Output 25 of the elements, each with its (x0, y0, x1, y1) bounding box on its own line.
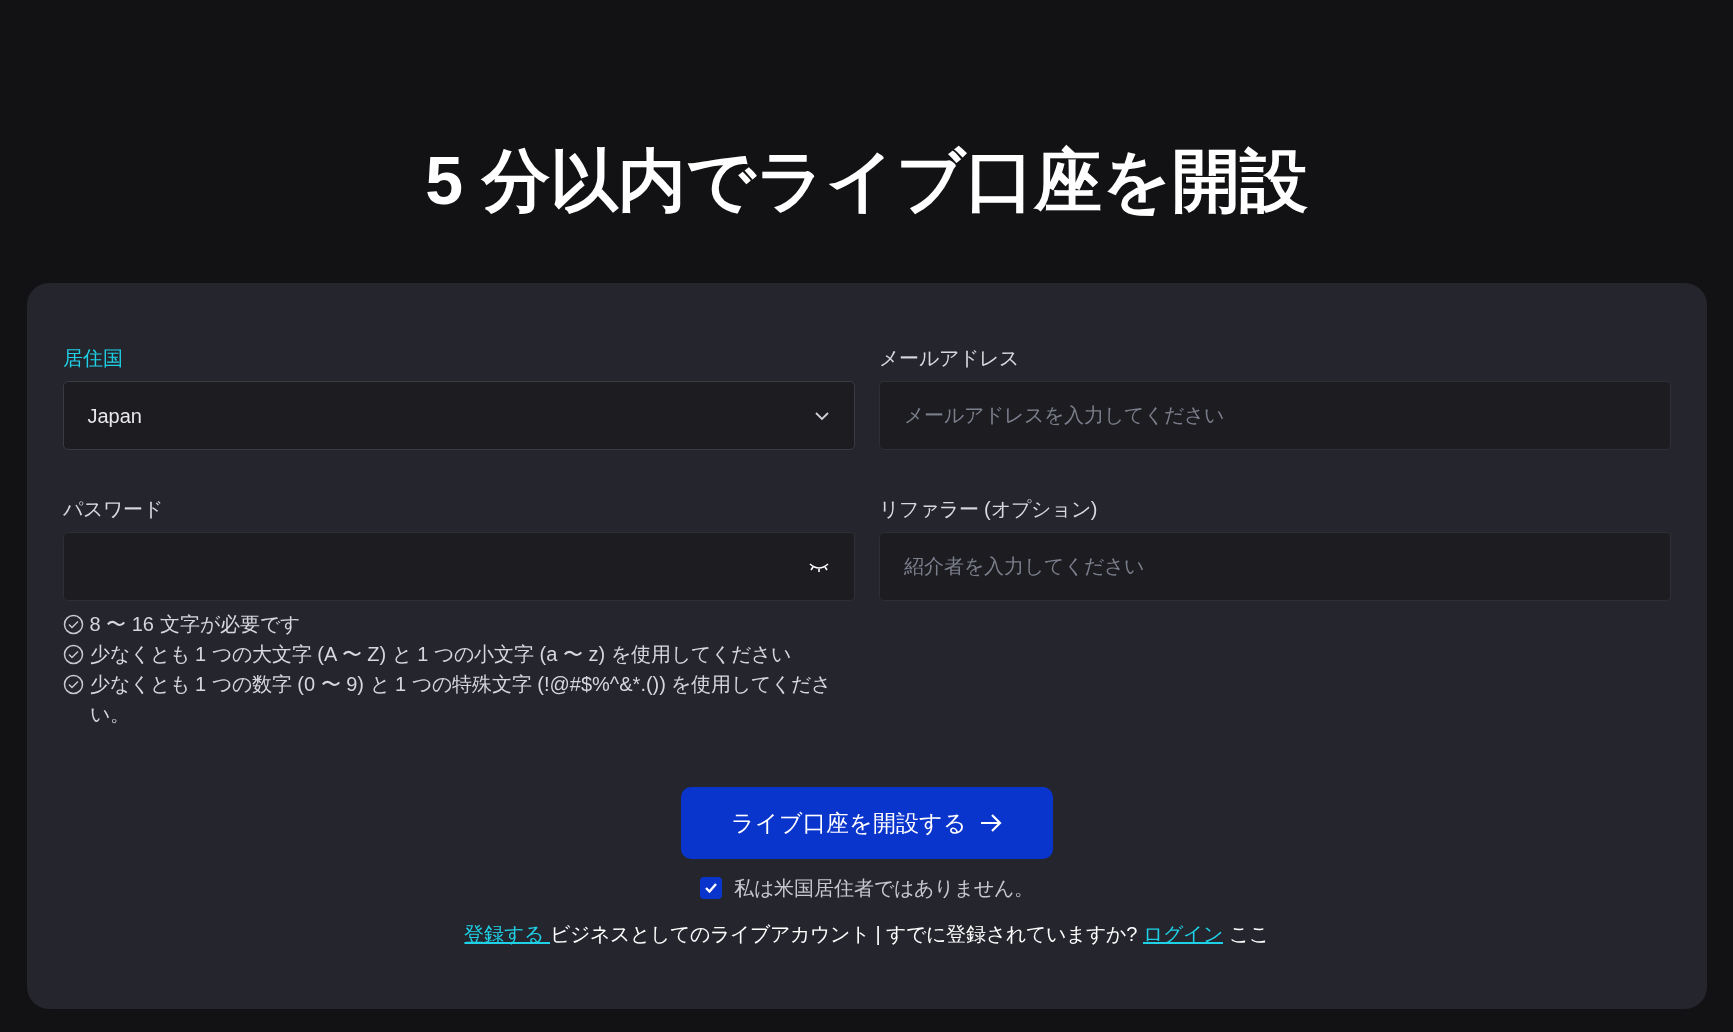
link[interactable]: 登録する (464, 923, 550, 945)
input-field[interactable]: 紹介者を入力してください (878, 532, 1671, 601)
input-field[interactable]: メールアドレスを入力してください (878, 381, 1671, 450)
password-rule: 8 〜 16 文字が必要です (89, 612, 301, 637)
password-rule: 少なくとも 1 つの数字 (0 〜 9) と 1 つの特殊文字 (!@#$%^&*.()) を使用してください。 (89, 672, 833, 727)
check-circle-icon (62, 614, 84, 635)
chevron-down-icon (813, 410, 830, 421)
check-circle-icon (62, 674, 84, 695)
field-label: 居住国 (62, 346, 124, 371)
arrow-right-icon (978, 813, 1003, 833)
closed-eye-icon[interactable] (807, 560, 830, 573)
country-select[interactable]: Japan (62, 381, 855, 450)
password-field[interactable] (62, 532, 855, 601)
field-label: リファラー (オプション) (878, 497, 1099, 522)
password-rule: 少なくとも 1 つの大文字 (A 〜 Z) と 1 つの小文字 (a 〜 z) を使用してください (89, 642, 792, 667)
link[interactable]: ログイン (1143, 923, 1223, 945)
checkbox[interactable] (699, 877, 722, 899)
check-circle-icon (62, 644, 84, 665)
checkmark-icon (703, 882, 718, 894)
checkbox-label: 私は米国居住者ではありません。 (733, 876, 1034, 901)
field-label: パスワード (62, 497, 164, 522)
open-account-button[interactable]: ライブ口座を開設する (680, 787, 1053, 859)
page-title: 5 分以内でライブ口座を開設 (425, 141, 1308, 220)
field-label: メールアドレス (878, 346, 1020, 371)
footer-text: 登録する ビジネスとしてのライブアカウント | すでに登録されていますか? ログイン ここ (464, 922, 1269, 947)
